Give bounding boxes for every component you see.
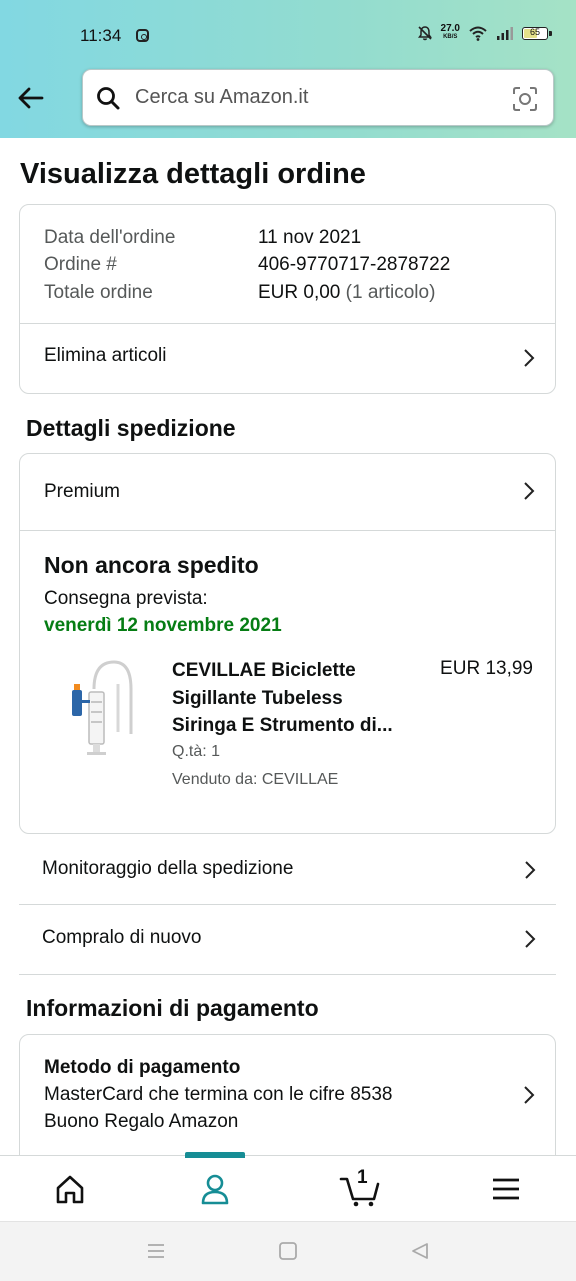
payment-method-card[interactable]: Metodo di pagamento MasterCard che termi… <box>19 1034 556 1174</box>
back-arrow-icon[interactable] <box>14 82 46 114</box>
recent-apps-icon[interactable] <box>145 1240 167 1262</box>
search-placeholder: Cerca su Amazon.it <box>135 86 309 108</box>
menu-icon[interactable] <box>486 1170 526 1208</box>
chevron-right-icon <box>524 349 535 367</box>
order-number-value: 406-9770717-2878722 <box>258 254 451 275</box>
battery-icon: 65 <box>522 26 552 40</box>
shipment-card: Premium Non ancora spedito Consegna prev… <box>19 453 556 834</box>
account-icon[interactable] <box>195 1170 235 1208</box>
chevron-right-icon <box>525 930 536 948</box>
cart-tab[interactable]: 1 <box>338 1167 384 1208</box>
product-title[interactable]: CEVILLAE Biciclette Sigillante Tubeless … <box>172 657 422 740</box>
product-quantity: Q.tà: 1 <box>172 743 221 760</box>
order-total-label: Totale ordine <box>44 282 153 303</box>
divider <box>19 974 556 975</box>
mute-bell-icon <box>417 26 432 41</box>
delete-items-row[interactable]: Elimina articoli <box>20 324 555 394</box>
chevron-right-icon <box>524 482 535 500</box>
network-speed: 27.0 KB/S <box>441 24 460 42</box>
buy-again-row[interactable]: Compralo di nuovo <box>19 905 556 974</box>
status-time: 11:34 <box>80 26 122 45</box>
buy-again-link[interactable]: Compralo di nuovo <box>42 927 201 949</box>
chevron-right-icon <box>525 861 536 879</box>
system-navigation-bar <box>0 1221 576 1281</box>
active-tab-indicator <box>185 1152 245 1158</box>
delivery-date: venerdì 12 novembre 2021 <box>44 615 282 636</box>
bottom-tab-bar: 1 <box>0 1152 576 1222</box>
status-bar: 11:34 27.0 KB/S 65 <box>0 0 576 70</box>
shipping-service[interactable]: Premium <box>44 481 120 503</box>
app-header: 11:34 27.0 KB/S 65 Cerca su Amazon.it <box>0 0 576 138</box>
home-square-icon[interactable] <box>277 1240 299 1262</box>
order-total-value: EUR 0,00 (1 articolo) <box>258 282 435 304</box>
payment-heading: Informazioni di pagamento <box>26 995 319 1021</box>
signal-icon <box>497 27 513 40</box>
product-price: EUR 13,99 <box>440 658 533 679</box>
back-triangle-icon[interactable] <box>409 1240 431 1262</box>
status-icons: 27.0 KB/S 65 <box>417 24 552 42</box>
chevron-right-icon <box>524 1086 535 1104</box>
product-image[interactable] <box>56 654 146 764</box>
track-shipment-link[interactable]: Monitoraggio della spedizione <box>42 858 293 880</box>
payment-giftcard-line: Buono Regalo Amazon <box>44 1111 239 1132</box>
order-date-value: 11 nov 2021 <box>258 227 362 248</box>
order-date-label: Data dell'ordine <box>44 227 176 248</box>
product-seller: Venduto da: CEVILLAE <box>172 771 339 788</box>
wifi-icon <box>469 26 487 41</box>
order-number-label: Ordine # <box>44 254 117 275</box>
payment-method-label: Metodo di pagamento <box>44 1057 241 1078</box>
delivery-label: Consegna prevista: <box>44 588 208 609</box>
speed-unit: KB/S <box>443 34 458 40</box>
battery-percent: 65 <box>529 26 540 37</box>
page-title: Visualizza dettagli ordine <box>20 158 366 190</box>
shipment-status: Non ancora spedito <box>44 552 259 578</box>
instagram-notification-icon <box>136 29 149 42</box>
product-title-line: Sigillante Tubeless <box>172 687 343 709</box>
camera-scan-icon[interactable] <box>511 85 539 113</box>
order-item-count: (1 articolo) <box>345 282 436 303</box>
delete-items-link[interactable]: Elimina articoli <box>44 345 166 367</box>
payment-card-line: MasterCard che termina con le cifre 8538 <box>44 1084 393 1105</box>
order-total-amount: EUR 0,00 <box>258 282 341 303</box>
search-input[interactable]: Cerca su Amazon.it <box>82 69 554 126</box>
home-icon[interactable] <box>50 1170 90 1208</box>
product-title-line: Siringa E Strumento di... <box>172 715 393 736</box>
divider <box>20 530 555 531</box>
cart-count: 1 <box>357 1167 368 1188</box>
shipping-service-row[interactable]: Premium <box>20 454 555 530</box>
track-shipment-row[interactable]: Monitoraggio della spedizione <box>19 836 556 905</box>
order-summary-card: Data dell'ordine 11 nov 2021 Ordine # 40… <box>19 204 556 394</box>
search-icon <box>97 87 120 110</box>
shipping-heading: Dettagli spedizione <box>26 415 236 441</box>
product-title-line: CEVILLAE Biciclette <box>172 660 356 681</box>
